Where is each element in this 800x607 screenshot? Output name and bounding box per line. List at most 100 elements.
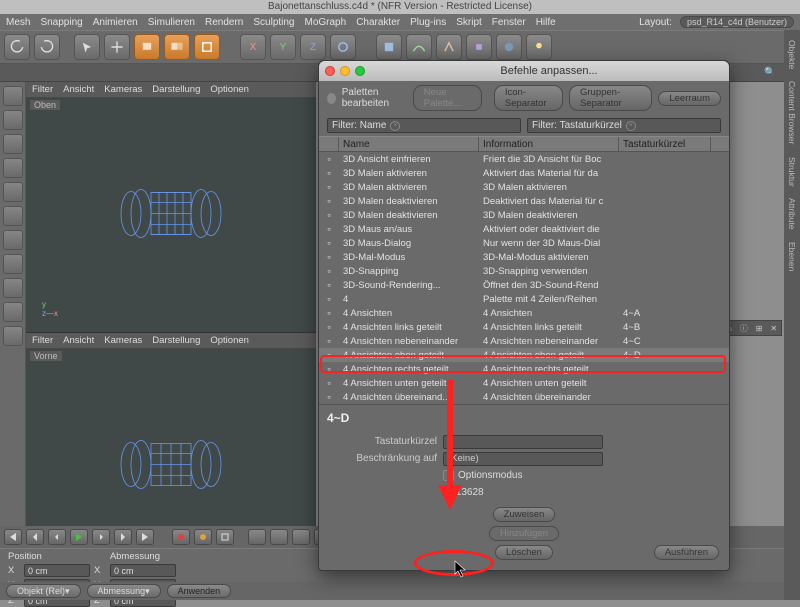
redo-button[interactable] [34,34,60,60]
deformer-button[interactable] [466,34,492,60]
menu-item[interactable]: Sculpting [253,17,294,28]
command-row[interactable]: ▫3D Malen deaktivierenDeaktiviert das Ma… [319,194,729,208]
keyframe-sel-button[interactable] [216,529,234,545]
side-tab[interactable]: Attribute [787,194,797,234]
command-row[interactable]: ▫4 Ansichten4 Ansichten4~A [319,306,729,320]
side-tab[interactable]: Ebenen [787,238,797,275]
command-row[interactable]: ▫4 Ansichten unten geteilt4 Ansichten un… [319,376,729,390]
vp-menu-item[interactable]: Kameras [104,84,142,95]
vp-menu-item[interactable]: Kameras [104,335,142,346]
prev-frame-button[interactable] [48,529,66,545]
layout-selector[interactable]: psd_R14_c4d (Benutzer) [680,16,794,28]
icon-separator-button[interactable]: Icon-Separator [494,85,563,111]
command-row[interactable]: ▫3D Maus-DialogNur wenn der 3D Maus-Dial [319,236,729,250]
shortcut-input[interactable] [443,435,603,449]
vp-menu-item[interactable]: Optionen [210,84,249,95]
pos-x-input[interactable] [24,564,90,577]
filter-shortcut-field[interactable]: Filter: Tastaturkürzel× [527,118,721,133]
select-tool[interactable] [74,34,100,60]
light-button[interactable] [526,34,552,60]
vp-menu-item[interactable]: Optionen [210,335,249,346]
goto-start-button[interactable] [4,529,22,545]
menu-item[interactable]: Hilfe [536,17,556,28]
command-row[interactable]: ▫3D Ansicht einfrierenFriert die 3D Ansi… [319,152,729,166]
mode-btn[interactable] [3,182,23,202]
menu-item[interactable]: Mesh [6,17,30,28]
command-row[interactable]: ▫4 Ansichten übereinand...4 Ansichten üb… [319,390,729,404]
record-button[interactable] [172,529,190,545]
spline-button[interactable] [406,34,432,60]
command-row[interactable]: ▫3D Maus an/ausAktiviert oder deaktivier… [319,222,729,236]
command-row[interactable]: ▫3D-Sound-Rendering...Öffnet den 3D-Soun… [319,278,729,292]
mode-btn[interactable] [3,134,23,154]
attr-icon[interactable]: ⓘ [740,323,748,334]
dim-x-input[interactable] [110,564,176,577]
command-row[interactable]: ▫3D Malen aktivieren3D Malen aktivieren [319,180,729,194]
side-tab[interactable]: Struktur [787,153,797,191]
mode-btn[interactable] [3,206,23,226]
attr-icon[interactable]: ✕ [770,324,777,333]
side-tab[interactable]: Content Browser [787,77,797,148]
mode-btn[interactable] [3,86,23,106]
vp-menu-item[interactable]: Filter [32,335,53,346]
command-row[interactable]: ▫4Palette mit 4 Zeilen/Reihen [319,292,729,306]
menu-item[interactable]: MoGraph [305,17,347,28]
picture-viewer-button[interactable] [194,34,220,60]
mode-btn[interactable] [3,158,23,178]
axis-y-toggle[interactable]: Y [270,34,296,60]
mode-btn[interactable] [3,254,23,274]
dialog-titlebar[interactable]: Befehle anpassen... [319,61,729,81]
side-tab[interactable]: Objekte [787,36,797,73]
next-frame-button[interactable] [92,529,110,545]
mode-btn[interactable] [3,326,23,346]
play-button[interactable] [70,529,88,545]
menu-item[interactable]: Charakter [356,17,400,28]
edit-palettes-checkbox[interactable] [327,93,336,104]
assign-button[interactable]: Zuweisen [493,507,556,522]
dimension-mode-select[interactable]: Abmessung ▾ [87,584,161,598]
add-button[interactable]: Hinzufügen [489,526,559,541]
zoom-icon[interactable] [355,66,365,76]
execute-button[interactable]: Ausführen [654,545,719,560]
new-palette-button[interactable]: Neue Palette... [413,85,482,111]
vp-menu-item[interactable]: Darstellung [152,84,200,95]
mode-btn[interactable] [3,302,23,322]
col-name[interactable]: Name [339,137,479,151]
axis-x-toggle[interactable]: X [240,34,266,60]
delete-button[interactable]: Löschen [495,545,553,560]
filter-name-field[interactable]: Filter: Name× [327,118,521,133]
undo-button[interactable] [4,34,30,60]
space-button[interactable]: Leerraum [658,91,721,106]
vp-menu-item[interactable]: Darstellung [152,335,200,346]
command-row[interactable]: ▫3D Malen aktivierenAktiviert das Materi… [319,166,729,180]
mode-btn[interactable] [3,110,23,130]
key-rot-button[interactable] [292,529,310,545]
search-icon[interactable]: 🔍 [764,67,776,78]
menu-item[interactable]: Fenster [492,17,526,28]
clear-icon[interactable]: × [390,121,400,131]
attr-icon[interactable]: ⊞ [756,324,763,333]
col-shortcut[interactable]: Tastaturkürzel [619,137,711,151]
key-scale-button[interactable] [270,529,288,545]
render-button[interactable] [134,34,160,60]
col-info[interactable]: Information [479,137,619,151]
group-separator-button[interactable]: Gruppen-Separator [569,85,652,111]
option-mode-checkbox[interactable] [443,470,454,481]
mode-btn[interactable] [3,278,23,298]
next-key-button[interactable] [114,529,132,545]
command-row[interactable]: ▫4 Ansichten rechts geteilt4 Ansichten r… [319,362,729,376]
restrict-select[interactable]: (Keine) [443,452,603,466]
command-row[interactable]: ▫4 Ansichten nebeneinander4 Ansichten ne… [319,334,729,348]
primitive-cube-button[interactable] [376,34,402,60]
menu-item[interactable]: Rendern [205,17,243,28]
attribute-mini-toolbar[interactable]: ⌂ ⓘ ⊞ ✕ [722,320,782,336]
menu-item[interactable]: Plug-ins [410,17,446,28]
goto-end-button[interactable] [136,529,154,545]
vp-menu-item[interactable]: Ansicht [63,84,94,95]
render-settings-button[interactable] [164,34,190,60]
prev-key-button[interactable] [26,529,44,545]
command-row[interactable]: ▫3D Malen deaktivieren3D Malen deaktivie… [319,208,729,222]
object-mode-select[interactable]: Objekt (Rel) ▾ [6,584,81,598]
command-row[interactable]: ▫3D-Mal-Modus3D-Mal-Modus aktivieren [319,250,729,264]
menu-item[interactable]: Snapping [40,17,82,28]
